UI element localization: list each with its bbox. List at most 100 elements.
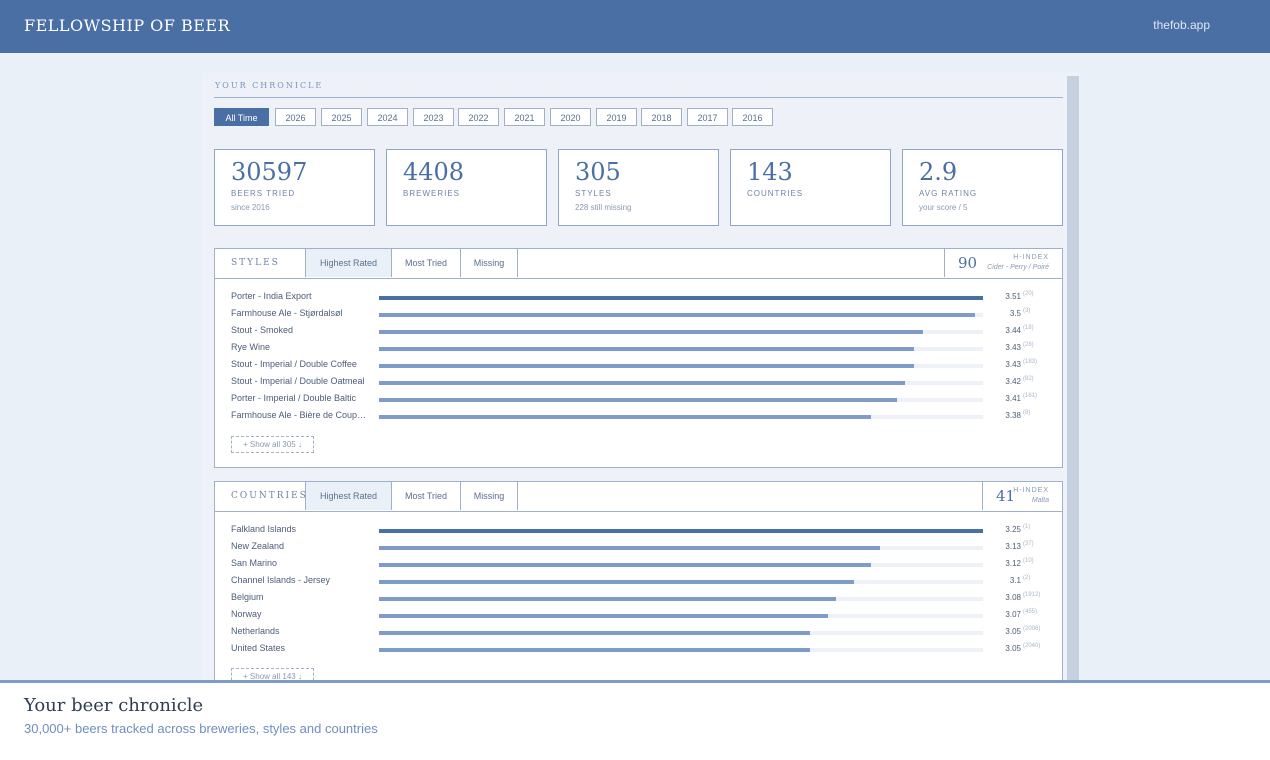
list-item[interactable]: Farmhouse Ale - Bière de Coupage 3.38 (8… bbox=[215, 408, 1062, 425]
year-filter-2017[interactable]: 2017 bbox=[687, 108, 728, 126]
rating-value: 3.42 bbox=[1005, 377, 1021, 386]
scrollbar[interactable] bbox=[1067, 76, 1079, 680]
divider bbox=[214, 97, 1063, 98]
rating-bar-fill bbox=[379, 529, 983, 533]
year-filter-2026[interactable]: 2026 bbox=[275, 108, 316, 126]
tab-most-tried[interactable]: Most Tried bbox=[391, 482, 460, 510]
row-name: New Zealand bbox=[231, 541, 285, 551]
site-link[interactable]: thefob.app bbox=[1153, 18, 1210, 32]
list-item[interactable]: United States 3.05 (2040) bbox=[215, 641, 1062, 658]
list-item[interactable]: Norway 3.07 (455) bbox=[215, 607, 1062, 624]
year-filter-2021[interactable]: 2021 bbox=[504, 108, 545, 126]
rating-value: 3.38 bbox=[1005, 411, 1021, 420]
tab-highest-rated[interactable]: Highest Rated bbox=[305, 482, 391, 510]
rating-bar-fill bbox=[379, 580, 854, 584]
stat-card-breweries: 4408 BREWERIES bbox=[386, 149, 547, 226]
rating-bar-fill bbox=[379, 398, 897, 402]
h-index-label: H-INDEX bbox=[1013, 487, 1049, 494]
year-filter-2016[interactable]: 2016 bbox=[732, 108, 773, 126]
list-item[interactable]: Netherlands 3.05 (2006) bbox=[215, 624, 1062, 641]
list-item[interactable]: Rye Wine 3.43 (28) bbox=[215, 340, 1062, 357]
rating-value: 3.43 bbox=[1005, 360, 1021, 369]
year-filter-2020[interactable]: 2020 bbox=[550, 108, 591, 126]
rating-bar-fill bbox=[379, 364, 915, 368]
rating-bar bbox=[379, 648, 983, 652]
row-name: Farmhouse Ale - Bière de Coupage bbox=[231, 410, 371, 420]
list-item[interactable]: Porter - India Export 3.51 (20) bbox=[215, 289, 1062, 306]
rating-bar bbox=[379, 597, 983, 601]
list-item[interactable]: San Marino 3.12 (10) bbox=[215, 556, 1062, 573]
stat-value: 30597 bbox=[231, 158, 308, 186]
rating-value: 3.05 bbox=[1005, 644, 1021, 653]
rating-bar-fill bbox=[379, 330, 923, 334]
tab-missing[interactable]: Missing bbox=[460, 249, 518, 277]
rating-count: (3) bbox=[1023, 308, 1031, 314]
h-index-box: 90 H-INDEX Cider - Perry / Poiré bbox=[944, 249, 1062, 277]
year-filter-2018[interactable]: 2018 bbox=[641, 108, 682, 126]
rating-value: 3.12 bbox=[1005, 559, 1021, 568]
list-item[interactable]: Porter - Imperial / Double Baltic 3.41 (… bbox=[215, 391, 1062, 408]
list-item[interactable]: Falkland Islands 3.25 (1) bbox=[215, 522, 1062, 539]
list-item[interactable]: Channel Islands - Jersey 3.1 (2) bbox=[215, 573, 1062, 590]
row-name: Falkland Islands bbox=[231, 524, 297, 534]
rating-bar bbox=[379, 364, 983, 368]
stat-sub: your score / 5 bbox=[919, 203, 968, 212]
list-item[interactable]: Stout - Smoked 3.44 (18) bbox=[215, 323, 1062, 340]
rating-bar-fill bbox=[379, 415, 871, 419]
year-filter-2022[interactable]: 2022 bbox=[458, 108, 499, 126]
rating-bar-fill bbox=[379, 313, 975, 317]
year-filter-2025[interactable]: 2025 bbox=[321, 108, 362, 126]
tab-missing[interactable]: Missing bbox=[460, 482, 518, 510]
tab-most-tried[interactable]: Most Tried bbox=[391, 249, 460, 277]
rating-value: 3.44 bbox=[1005, 326, 1021, 335]
styles-card: STYLES Highest Rated Most Tried Missing … bbox=[214, 248, 1063, 468]
year-filter-2023[interactable]: 2023 bbox=[413, 108, 454, 126]
row-name: Norway bbox=[231, 609, 262, 619]
rating-value: 3.41 bbox=[1005, 394, 1021, 403]
rating-value: 3.5 bbox=[1009, 309, 1021, 318]
brand-logo[interactable]: FELLOWSHIP OF BEER bbox=[24, 16, 230, 35]
rating-bar bbox=[379, 614, 983, 618]
list-item[interactable]: Farmhouse Ale - Stjørdalsøl 3.5 (3) bbox=[215, 306, 1062, 323]
rating-value: 3.43 bbox=[1005, 343, 1021, 352]
rating-value: 3.1 bbox=[1009, 576, 1021, 585]
rating-value: 3.08 bbox=[1005, 593, 1021, 602]
rating-value: 3.07 bbox=[1005, 610, 1021, 619]
rating-bar bbox=[379, 631, 983, 635]
stat-label: BREWERIES bbox=[403, 189, 461, 198]
year-filter-2019[interactable]: 2019 bbox=[596, 108, 637, 126]
stat-card-beers: 30597 BEERS TRIED since 2016 bbox=[214, 149, 375, 226]
show-all-styles-button[interactable]: + Show all 305 ↓ bbox=[231, 436, 314, 453]
show-all-countries-button[interactable]: + Show all 143 ↓ bbox=[231, 668, 314, 680]
rating-bar-fill bbox=[379, 614, 828, 618]
h-index-box: 41 H-INDEX Malta bbox=[982, 482, 1062, 510]
rating-value: 3.13 bbox=[1005, 542, 1021, 551]
tab-highest-rated[interactable]: Highest Rated bbox=[305, 249, 391, 277]
stat-card-countries: 143 COUNTRIES bbox=[730, 149, 891, 226]
rating-count: (2) bbox=[1023, 575, 1031, 581]
rating-count: (2040) bbox=[1023, 643, 1041, 649]
stat-label: AVG RATING bbox=[919, 189, 978, 198]
rating-bar bbox=[379, 330, 983, 334]
rating-count: (20) bbox=[1023, 291, 1034, 297]
stat-value: 143 bbox=[747, 158, 793, 186]
rating-bar bbox=[379, 529, 983, 533]
footer-title: Your beer chronicle bbox=[24, 695, 204, 716]
stat-label: BEERS TRIED bbox=[231, 189, 296, 198]
rating-bar bbox=[379, 563, 983, 567]
rating-bar bbox=[379, 347, 983, 351]
list-item[interactable]: Stout - Imperial / Double Oatmeal 3.42 (… bbox=[215, 374, 1062, 391]
list-item[interactable]: Belgium 3.08 (1912) bbox=[215, 590, 1062, 607]
stat-label: STYLES bbox=[575, 189, 612, 198]
row-name: Stout - Smoked bbox=[231, 325, 294, 335]
stat-value: 305 bbox=[575, 158, 621, 186]
row-name: Porter - Imperial / Double Baltic bbox=[231, 393, 357, 403]
year-filter-2024[interactable]: 2024 bbox=[367, 108, 408, 126]
h-index-sub: Malta bbox=[1031, 497, 1049, 504]
rating-count: (2006) bbox=[1023, 626, 1041, 632]
row-name: San Marino bbox=[231, 558, 278, 568]
h-index-value: 90 bbox=[958, 254, 978, 272]
list-item[interactable]: Stout - Imperial / Double Coffee 3.43 (1… bbox=[215, 357, 1062, 374]
list-item[interactable]: New Zealand 3.13 (37) bbox=[215, 539, 1062, 556]
year-filter-all-time[interactable]: All Time bbox=[214, 108, 269, 126]
